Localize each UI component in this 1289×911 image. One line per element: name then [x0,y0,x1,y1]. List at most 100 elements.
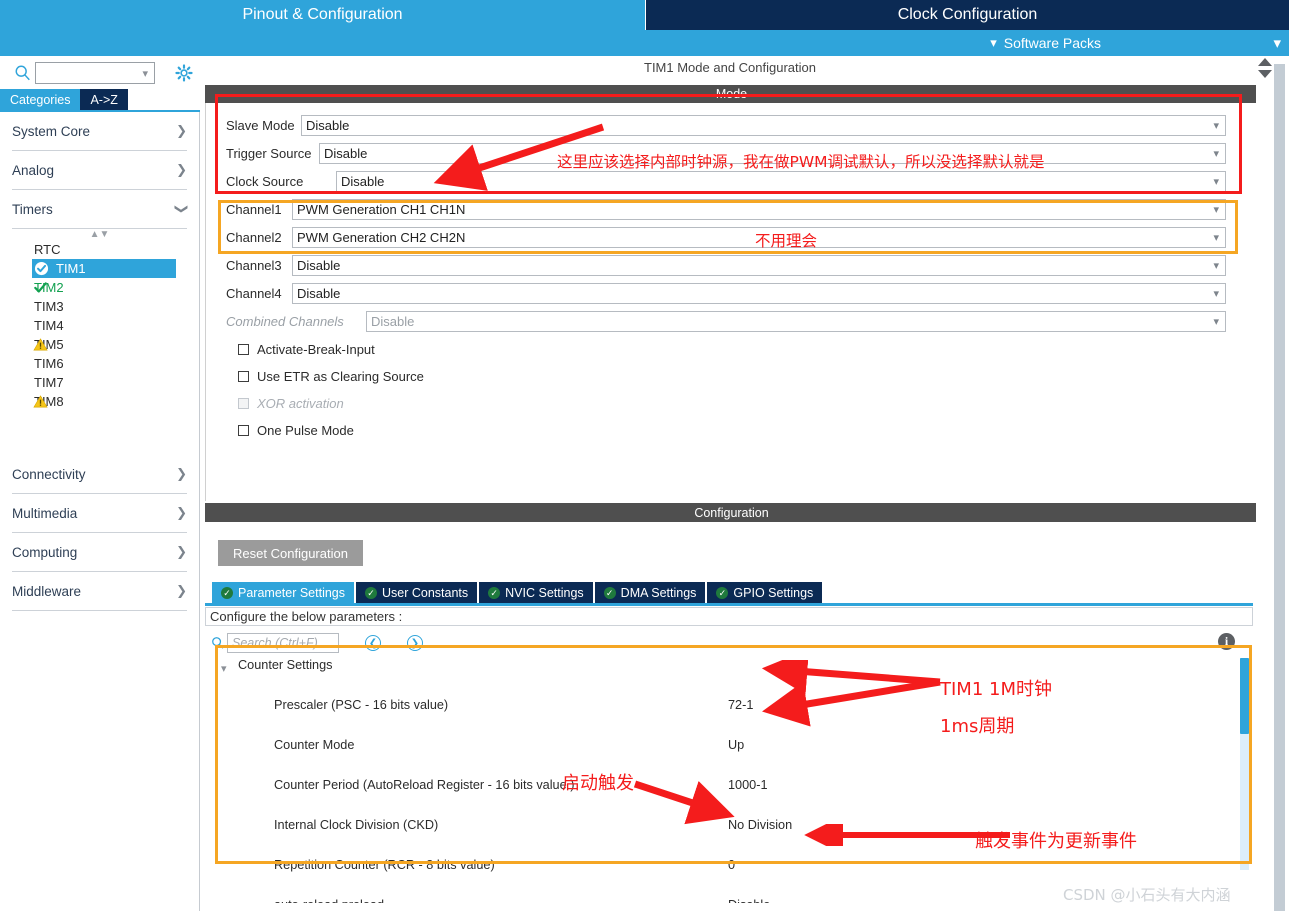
checkbox-one-pulse-mode-label: One Pulse Mode [257,422,354,438]
sidebar-item-tim3[interactable]: TIM3 [0,297,199,316]
checkbox-box-icon [238,343,249,355]
sidebar-tab-categories-label: Categories [10,92,71,107]
page-title: TIM1 Mode and Configuration [644,60,816,75]
configure-parameters-note-label: Configure the below parameters : [210,609,403,624]
sidebar-item-multimedia[interactable]: Multimedia ❯ [12,494,187,533]
sidebar-item-tim6-label: TIM6 [34,356,64,371]
configuration-tab-bar: ✓ Parameter Settings ✓ User Constants ✓ … [212,582,824,603]
scroll-down-arrow-icon[interactable] [1258,70,1272,78]
sidebar-item-connectivity-label: Connectivity [12,466,86,482]
sidebar-item-tim1[interactable]: TIM1 [32,259,176,278]
sidebar-item-timers-label: Timers [12,201,53,217]
chevron-down-icon: ▾ [990,35,997,50]
sidebar-item-system-core[interactable]: System Core ❯ [12,112,187,151]
software-packs-menu[interactable]: ▾ Software Packs [990,30,1101,56]
search-icon [15,65,30,81]
sidebar-item-tim4[interactable]: TIM4 [0,316,199,335]
sidebar: ▾ Categories A->Z System Core ❯ Analog ❯… [0,56,200,911]
sidebar-item-rtc[interactable]: RTC [0,240,199,259]
sidebar-item-tim7[interactable]: TIM7 [0,373,199,392]
warning-triangle-icon [33,395,48,408]
check-circle-icon: ✓ [488,586,501,599]
sidebar-item-computing-label: Computing [12,544,78,560]
tab-pinout-label: Pinout & Configuration [242,6,403,23]
annotation-box-clock-source [215,94,1242,194]
sidebar-item-timers[interactable]: Timers ❯ [12,190,190,229]
checkbox-one-pulse-mode[interactable]: One Pulse Mode [238,420,354,440]
chevron-down-icon: ▾ [142,68,148,80]
sidebar-item-system-core-label: System Core [12,123,91,139]
configuration-tab-underline [205,603,1253,606]
warning-triangle-icon [33,338,48,351]
annotation-update-event-note: 触发事件为更新事件 [975,831,1137,852]
check-circle-icon: ✓ [716,586,729,599]
tab-gpio-settings-label: GPIO Settings [733,585,814,600]
checkbox-use-etr-clearing-source-label: Use ETR as Clearing Source [257,368,424,384]
chevron-down-icon: ▾ [1213,315,1219,328]
tab-pinout-configuration[interactable]: Pinout & Configuration [0,0,645,30]
checkbox-box-icon [238,370,249,382]
field-combined-channels-combo: Disable ▾ [366,310,1226,332]
sidebar-tab-bar: Categories A->Z [0,89,200,110]
inner-scroll-strip [1256,56,1266,911]
param-row-auto-reload-preload-label: auto-reload preload [274,898,384,903]
sidebar-search-input[interactable]: ▾ [35,62,155,84]
sidebar-item-computing[interactable]: Computing ❯ [12,533,187,572]
tree-scroll-indicator[interactable]: ▲▼ [0,229,199,240]
sidebar-item-middleware-label: Middleware [12,583,82,599]
sidebar-item-tim8[interactable]: TIM8 [0,392,199,411]
annotation-channels-note: 不用理会 [755,232,818,250]
tab-nvic-settings-label: NVIC Settings [505,585,584,600]
check-circle-icon [34,261,49,276]
reset-configuration-label: Reset Configuration [233,545,348,561]
sidebar-tab-a-to-z[interactable]: A->Z [80,89,128,110]
sidebar-item-analog[interactable]: Analog ❯ [12,151,187,190]
window-scrollbar-track[interactable] [1274,64,1285,911]
tab-parameter-settings[interactable]: ✓ Parameter Settings [212,582,354,603]
sidebar-item-tim2[interactable]: TIM2 [0,278,199,297]
software-packs-label: Software Packs [1003,35,1101,51]
field-channel3-label: Channel3 [226,257,282,273]
sidebar-item-multimedia-label: Multimedia [12,505,78,521]
sidebar-item-tim1-label: TIM1 [56,261,86,276]
field-combined-channels: Combined Channels Disable ▾ [226,310,1226,332]
tab-clock-configuration[interactable]: Clock Configuration [645,0,1289,30]
param-row-auto-reload-preload-value[interactable]: Disable [728,898,770,903]
sidebar-item-tim6[interactable]: TIM6 [0,354,199,373]
sidebar-item-connectivity[interactable]: Connectivity ❯ [12,455,187,494]
configuration-panel-header-label: Configuration [694,505,769,520]
tab-dma-settings-label: DMA Settings [620,585,697,600]
sidebar-item-tim4-label: TIM4 [34,318,64,333]
tab-user-constants[interactable]: ✓ User Constants [356,582,478,603]
checkbox-activate-break-input[interactable]: Activate-Break-Input [238,339,375,359]
chevron-right-icon: ❯ [176,123,187,138]
sidebar-item-tim5[interactable]: TIM5 [0,335,199,354]
checkbox-use-etr-clearing-source[interactable]: Use ETR as Clearing Source [238,366,424,386]
checkbox-activate-break-input-label: Activate-Break-Input [257,341,375,357]
tab-gpio-settings[interactable]: ✓ GPIO Settings [707,582,823,603]
chevron-right-icon: ❯ [176,544,187,559]
annotation-trigger-note: 启动触发 [562,773,634,794]
sidebar-tab-categories[interactable]: Categories [0,89,81,110]
check-icon [34,282,47,293]
chevron-right-icon: ❯ [176,583,187,598]
checkbox-xor-activation: XOR activation [238,393,344,413]
chevron-down-icon-right[interactable]: ▾ [1273,30,1281,56]
field-channel4-combo[interactable]: Disable ▾ [292,282,1226,304]
reset-configuration-button[interactable]: Reset Configuration [218,540,363,566]
tab-nvic-settings[interactable]: ✓ NVIC Settings [479,582,593,603]
chevron-right-icon: ❯ [176,162,187,177]
chevron-down-icon: ❯ [174,203,190,215]
chevron-down-icon: ▾ [1213,287,1219,300]
gear-icon[interactable] [175,64,193,82]
sidebar-item-middleware[interactable]: Middleware ❯ [12,572,187,611]
field-channel3-value: Disable [297,257,341,273]
sidebar-search-row: ▾ [0,60,200,86]
scroll-up-arrow-icon[interactable] [1258,58,1272,66]
tab-dma-settings[interactable]: ✓ DMA Settings [594,582,706,603]
field-channel4: Channel4 Disable ▾ [226,282,1226,304]
watermark: CSDN @小石头有大内涵 [1063,886,1231,904]
field-channel3-combo[interactable]: Disable ▾ [292,254,1226,276]
field-combined-channels-label: Combined Channels [226,313,344,329]
